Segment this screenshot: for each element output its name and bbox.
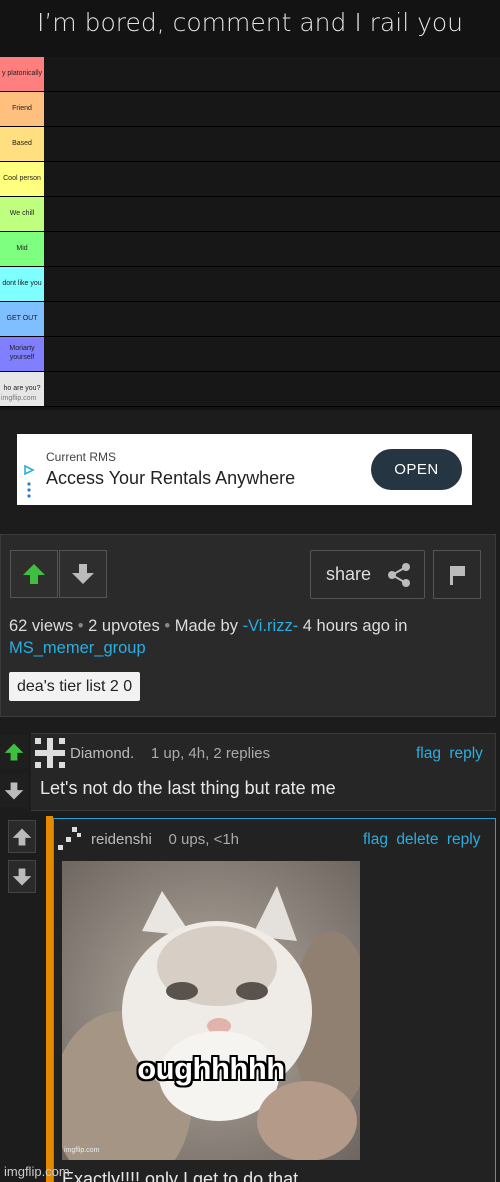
image-watermark: imgflip.com xyxy=(64,1147,100,1154)
meme-watermark: imgflip.com xyxy=(1,395,37,402)
tier-label: Based xyxy=(0,127,44,161)
ad-open-button[interactable]: OPEN xyxy=(371,449,462,490)
arrow-down-icon xyxy=(12,868,32,885)
share-icon xyxy=(388,562,411,587)
comment-username[interactable]: reidenshi xyxy=(91,831,152,848)
post-time: 4 hours ago in xyxy=(302,617,408,635)
image-caption: oughhhhh xyxy=(137,1051,285,1086)
comment-upvote-button[interactable] xyxy=(8,820,36,853)
tier-row: ho are you? xyxy=(0,372,500,407)
comment-downvote-button[interactable] xyxy=(0,774,28,807)
tier-label: y platonically xyxy=(0,57,44,91)
flag-link[interactable]: flag xyxy=(363,831,388,848)
tier-row: y platonically xyxy=(0,57,500,92)
delete-link[interactable]: delete xyxy=(396,831,438,848)
tier-label: dont like you xyxy=(0,267,44,301)
tier-row: Moriarty yourself xyxy=(0,337,500,372)
share-label: share xyxy=(326,564,372,584)
downvote-button[interactable] xyxy=(59,550,107,598)
meme-title: I’m bored, comment and I rail you xyxy=(36,8,464,37)
tier-label: Friend xyxy=(0,92,44,126)
post-tag[interactable]: dea's tier list 2 0 xyxy=(9,672,141,701)
comment-text: Let's not do the last thing but rate me xyxy=(40,778,336,798)
meme-image: I’m bored, comment and I rail you y plat… xyxy=(0,0,500,410)
reply-link[interactable]: reply xyxy=(449,745,483,762)
comment: Diamond. 1 up, 4h, 2 replies flag reply … xyxy=(0,733,496,811)
tier-label: Moriarty yourself xyxy=(0,337,44,371)
comment-image[interactable]: oughhhhh imgflip.com xyxy=(62,861,360,1160)
tier-list: y platonically Friend Based Cool person We c… xyxy=(0,57,500,407)
reply-link[interactable]: reply xyxy=(447,831,481,848)
flag-icon xyxy=(450,565,465,585)
flag-link[interactable]: flag xyxy=(416,745,441,762)
avatar[interactable] xyxy=(35,738,65,768)
comment-actions: flag reply xyxy=(416,745,483,763)
comment-downvote-button[interactable] xyxy=(8,860,36,893)
post-meta: 62 views • 2 upvotes • Made by -Vi.rizz-… xyxy=(9,617,408,657)
arrow-up-icon xyxy=(4,743,24,760)
tier-row: Friend xyxy=(0,92,500,127)
arrow-down-icon xyxy=(72,564,94,584)
advertisement[interactable]: Current RMS Access Your Rentals Anywhere… xyxy=(17,434,472,505)
comment-actions: flag delete reply xyxy=(363,831,480,849)
comment-text: Exactly!!!! only I get to do that xyxy=(62,1169,299,1182)
upvote-count: 2 upvotes xyxy=(88,617,160,635)
thread-line xyxy=(46,816,53,1182)
ad-advertiser: Current RMS xyxy=(46,450,117,464)
upvote-button[interactable] xyxy=(10,550,58,598)
ad-headline[interactable]: Access Your Rentals Anywhere xyxy=(46,468,295,489)
comment-stats: 1 up, 4h, 2 replies xyxy=(150,745,271,762)
tier-row: Based xyxy=(0,127,500,162)
tier-label: Mid xyxy=(0,232,44,266)
comment-username[interactable]: Diamond. xyxy=(70,745,134,762)
tier-label: GET OUT xyxy=(0,302,44,336)
comment-header: reidenshi 0 ups, <1h xyxy=(91,831,239,848)
view-count: 62 views xyxy=(9,617,74,635)
tier-row: We chill xyxy=(0,197,500,232)
comment-body: Diamond. 1 up, 4h, 2 replies flag reply … xyxy=(31,733,496,811)
tier-row: dont like you xyxy=(0,267,500,302)
group-link[interactable]: MS_memer_group xyxy=(9,639,146,657)
tier-row: GET OUT xyxy=(0,302,500,337)
more-options-icon[interactable] xyxy=(27,482,31,498)
arrow-down-icon xyxy=(4,782,24,799)
flag-button[interactable] xyxy=(433,550,481,599)
author-link[interactable]: -Vi.rizz- xyxy=(243,617,299,635)
tier-label: We chill xyxy=(0,197,44,231)
ad-choices-icon[interactable] xyxy=(23,464,35,476)
avatar[interactable] xyxy=(58,825,82,851)
comment-upvote-button[interactable] xyxy=(0,735,28,768)
tier-label: Cool person xyxy=(0,162,44,196)
comment-header: Diamond. 1 up, 4h, 2 replies xyxy=(70,745,270,762)
tier-row: Cool person xyxy=(0,162,500,197)
arrow-up-icon xyxy=(12,828,32,845)
tier-row: Mid xyxy=(0,232,500,267)
arrow-up-icon xyxy=(23,564,45,584)
share-button[interactable]: share xyxy=(310,550,425,599)
page-watermark: imgflip.com xyxy=(4,1164,70,1179)
made-by-label: Made by xyxy=(174,617,238,635)
comment-stats: 0 ups, <1h xyxy=(168,831,240,848)
kitten-photo xyxy=(62,861,360,1160)
